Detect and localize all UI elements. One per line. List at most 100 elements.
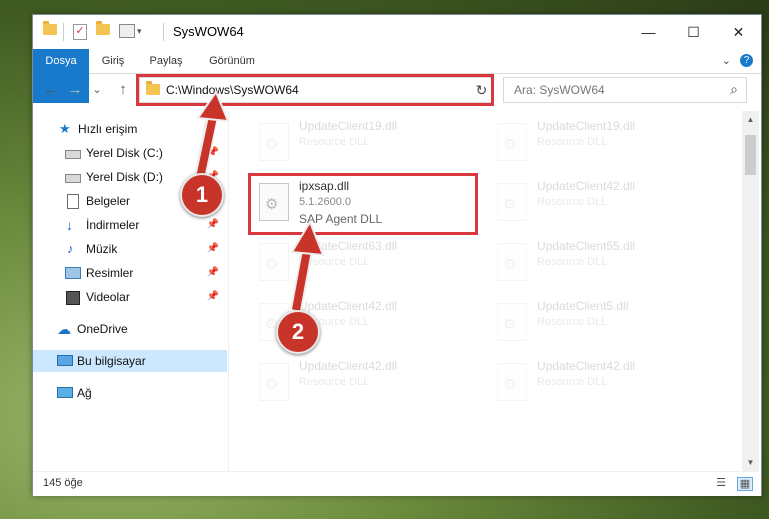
file-description: Resource DLL (299, 136, 370, 148)
sidebar-item-label: Resimler (86, 266, 134, 280)
forward-arrow-icon[interactable]: → (65, 80, 85, 100)
file-name: UpdateClient19.dll (537, 119, 636, 133)
file-list: UpdateClient19.dll Resource DLL ipxsap.d… (229, 111, 741, 471)
sidebar-item-label: Belgeler (86, 194, 131, 208)
sidebar-item-music[interactable]: ♪ Müzik 📌 (33, 238, 227, 260)
file-description: Resource DLL (299, 256, 370, 268)
file-item[interactable]: UpdateClient42.dll Resource DLL (253, 355, 473, 409)
cloud-icon: ☁ (57, 321, 71, 337)
file-item[interactable]: UpdateClient63.dll Resource DLL (253, 235, 473, 289)
sidebar-item-label: OneDrive (77, 322, 128, 336)
file-item[interactable]: UpdateClient55.dll Resource DLL (491, 235, 711, 289)
step-badge-1: 1 (180, 173, 224, 217)
sidebar-item-label: Hızlı erişim (78, 122, 138, 136)
network-icon (57, 387, 73, 399)
file-name: UpdateClient19.dll (299, 119, 398, 133)
navigation-pane: ★ Hızlı erişim Yerel Disk (C:) 📌 Yerel D… (33, 111, 227, 471)
file-description: Resource DLL (299, 376, 370, 388)
window-title: SysWOW64 (173, 24, 244, 39)
up-arrow-icon[interactable]: ↑ (113, 80, 133, 100)
file-name: UpdateClient42.dll (537, 359, 636, 373)
tab-view[interactable]: Görünüm (197, 49, 267, 73)
file-description: Resource DLL (537, 316, 608, 328)
tab-home[interactable]: Giriş (91, 49, 135, 73)
sidebar-item-label: Yerel Disk (D:) (86, 170, 163, 184)
file-item[interactable]: UpdateClient42.dll Resource DLL (491, 175, 711, 229)
search-icon[interactable]: ⌕ (730, 81, 738, 98)
dll-file-icon (259, 123, 289, 161)
sidebar-item-quick-access[interactable]: ★ Hızlı erişim (33, 118, 227, 140)
computer-icon (57, 355, 73, 367)
file-name: UpdateClient63.dll (299, 239, 398, 253)
customize-toolbar-icon[interactable] (119, 24, 135, 40)
item-count: 145 öğe (43, 477, 83, 489)
pin-icon[interactable]: 📌 (207, 214, 219, 236)
details-view-icon[interactable]: ☰ (714, 477, 728, 489)
scroll-down-arrow-icon[interactable]: ▼ (742, 454, 759, 471)
file-description: Resource DLL (537, 376, 608, 388)
recent-locations-icon[interactable]: ⌄ (87, 80, 107, 100)
quick-access-folder-icon[interactable] (43, 21, 57, 40)
pin-icon[interactable]: 📌 (207, 262, 219, 284)
pin-icon[interactable]: 📌 (207, 286, 219, 308)
drive-icon (65, 147, 81, 159)
toolbar-divider (63, 23, 64, 41)
properties-check-icon[interactable]: ✓ (73, 24, 87, 40)
pictures-icon (65, 267, 81, 279)
star-icon: ★ (59, 121, 71, 136)
file-highlight-box (248, 173, 478, 235)
sidebar-item-label: Yerel Disk (C:) (86, 146, 163, 160)
file-item[interactable]: UpdateClient5.dll Resource DLL (491, 295, 711, 349)
status-bar: 145 öğe ☰ ▦ (33, 471, 761, 496)
sidebar-item-downloads[interactable]: ↓ İndirmeler 📌 (33, 214, 227, 236)
file-description: Resource DLL (537, 136, 608, 148)
pin-icon[interactable]: 📌 (207, 142, 219, 164)
search-input[interactable]: Ara: SysWOW64 (514, 83, 605, 97)
sidebar-item-videos[interactable]: Videolar 📌 (33, 286, 227, 308)
address-highlight-box (136, 74, 494, 106)
scroll-up-arrow-icon[interactable]: ▲ (742, 111, 759, 128)
close-button[interactable]: ✕ (716, 15, 761, 49)
sidebar-item-this-pc[interactable]: Bu bilgisayar (33, 350, 227, 372)
scrollbar-thumb[interactable] (745, 135, 756, 175)
sidebar-item-label: Videolar (86, 290, 130, 304)
sidebar-item-onedrive[interactable]: ☁ OneDrive (33, 318, 227, 340)
download-icon: ↓ (66, 217, 73, 233)
file-item[interactable]: UpdateClient19.dll Resource DLL (253, 115, 473, 169)
title-bar: ✓ ▾ SysWOW64 — ☐ ✕ (33, 15, 761, 49)
music-icon: ♪ (67, 241, 74, 256)
sidebar-item-disk-c[interactable]: Yerel Disk (C:) 📌 (33, 142, 227, 164)
pin-icon[interactable]: 📌 (207, 238, 219, 260)
sidebar-item-label: Ağ (77, 386, 92, 400)
file-name: UpdateClient42.dll (537, 179, 636, 193)
file-name: UpdateClient55.dll (537, 239, 636, 253)
toolbar-dropdown-icon[interactable]: ▾ (137, 26, 142, 42)
maximize-button[interactable]: ☐ (671, 15, 716, 49)
file-item[interactable]: UpdateClient19.dll Resource DLL (491, 115, 711, 169)
sidebar-item-network[interactable]: Ağ (33, 382, 227, 404)
dll-file-icon (497, 183, 527, 221)
chevron-down-icon[interactable]: ⌄ (722, 54, 731, 67)
file-item[interactable]: UpdateClient42.dll Resource DLL (491, 355, 711, 409)
ribbon-tabs: Dosya Giriş Paylaş Görünüm ⌄ ? (33, 49, 761, 103)
dll-file-icon (497, 303, 527, 341)
sidebar-item-label: İndirmeler (86, 218, 140, 232)
dll-file-icon (259, 243, 289, 281)
step-badge-2: 2 (276, 310, 320, 354)
file-description: Resource DLL (537, 256, 608, 268)
tiles-view-icon[interactable]: ▦ (737, 477, 753, 491)
sidebar-item-label: Müzik (86, 242, 118, 256)
file-description: Resource DLL (537, 196, 608, 208)
search-box[interactable]: Ara: SysWOW64 ⌕ (503, 77, 747, 103)
dll-file-icon (497, 243, 527, 281)
vertical-scrollbar[interactable]: ▲ ▼ (742, 111, 759, 471)
toolbar-divider (163, 23, 164, 41)
video-icon (66, 291, 80, 305)
minimize-button[interactable]: — (626, 15, 671, 49)
dll-file-icon (497, 123, 527, 161)
back-arrow-icon[interactable]: ← (41, 80, 61, 100)
sidebar-item-pictures[interactable]: Resimler 📌 (33, 262, 227, 284)
help-icon[interactable]: ? (740, 54, 753, 67)
tab-share[interactable]: Paylaş (137, 49, 195, 73)
new-folder-icon[interactable] (96, 21, 110, 40)
